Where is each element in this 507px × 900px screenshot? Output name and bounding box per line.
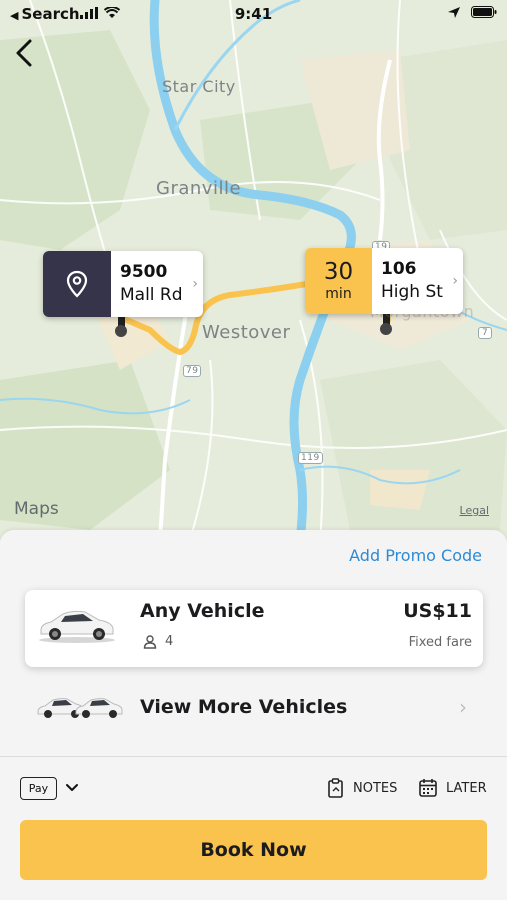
route-shield-79: 79 bbox=[183, 365, 202, 377]
options-row: Pay NOTES LATER bbox=[0, 770, 507, 808]
payment-method-label: Pay bbox=[28, 782, 49, 795]
view-more-vehicles-row[interactable]: View More Vehicles › bbox=[0, 680, 507, 736]
later-label: LATER bbox=[446, 780, 487, 796]
chevron-right-icon: › bbox=[452, 273, 458, 289]
wifi-icon bbox=[104, 7, 120, 18]
notes-icon bbox=[328, 778, 343, 798]
pickup-location-card[interactable]: 9500 Mall Rd › bbox=[43, 251, 203, 317]
passenger-count: 4 bbox=[165, 634, 174, 649]
eta-value: 30 bbox=[323, 259, 354, 285]
pickup-icon-box bbox=[43, 251, 111, 317]
divider bbox=[0, 756, 507, 757]
chevron-down-icon[interactable] bbox=[64, 778, 80, 798]
map-view[interactable]: Star City Granville Westover Morgantown … bbox=[0, 0, 507, 540]
chevron-right-icon: › bbox=[459, 695, 467, 719]
location-arrow-icon bbox=[448, 7, 460, 18]
vehicle-price: US$11 bbox=[403, 600, 472, 622]
dropoff-number: 106 bbox=[381, 259, 417, 279]
apple-maps-logo: Maps bbox=[14, 499, 59, 519]
book-now-button[interactable]: Book Now bbox=[20, 820, 487, 880]
status-time: 9:41 bbox=[234, 5, 273, 23]
status-indicators bbox=[447, 6, 497, 18]
battery-icon bbox=[471, 6, 497, 18]
vehicle-option-card[interactable]: Any Vehicle 4 US$11 Fixed fare bbox=[25, 590, 483, 667]
status-bar: ◀ Search 9:41 bbox=[0, 0, 507, 28]
person-icon bbox=[143, 634, 157, 649]
chevron-right-icon: › bbox=[192, 276, 198, 292]
route-shield-7: 7 bbox=[478, 327, 493, 339]
vehicle-name: Any Vehicle bbox=[140, 600, 265, 622]
payment-method-button[interactable]: Pay bbox=[20, 777, 57, 800]
back-chevron-icon[interactable] bbox=[12, 38, 40, 68]
eta-unit: min bbox=[325, 286, 352, 302]
notes-label: NOTES bbox=[353, 780, 398, 796]
schedule-later-button[interactable]: LATER bbox=[418, 778, 487, 798]
dropoff-street: High St bbox=[381, 282, 443, 302]
map-label-westover: Westover bbox=[202, 322, 291, 343]
calendar-icon bbox=[419, 779, 437, 797]
map-label-granville: Granville bbox=[156, 178, 242, 199]
car-icon bbox=[39, 610, 115, 643]
maps-logo-text: Maps bbox=[14, 499, 59, 519]
pickup-number: 9500 bbox=[120, 262, 168, 282]
eta-box: 30 min bbox=[305, 248, 372, 314]
legal-link[interactable]: Legal bbox=[460, 504, 489, 517]
location-pin-icon bbox=[66, 270, 88, 298]
vehicle-passengers: 4 bbox=[143, 634, 173, 649]
map-label-star-city: Star City bbox=[162, 77, 236, 96]
pickup-street: Mall Rd bbox=[120, 285, 183, 305]
booking-sheet: Add Promo Code Any Vehicle 4 US$11 Fixed… bbox=[0, 530, 507, 900]
fare-type: Fixed fare bbox=[408, 635, 472, 650]
dropoff-location-card[interactable]: 30 min 106 High St › bbox=[305, 248, 463, 314]
view-more-vehicles-label: View More Vehicles bbox=[140, 696, 348, 718]
signal-icon bbox=[80, 7, 98, 19]
add-promo-code-link[interactable]: Add Promo Code bbox=[349, 546, 482, 565]
notes-button[interactable]: NOTES bbox=[327, 778, 397, 798]
cars-icon bbox=[37, 698, 123, 718]
route-shield-119: 119 bbox=[298, 452, 323, 464]
